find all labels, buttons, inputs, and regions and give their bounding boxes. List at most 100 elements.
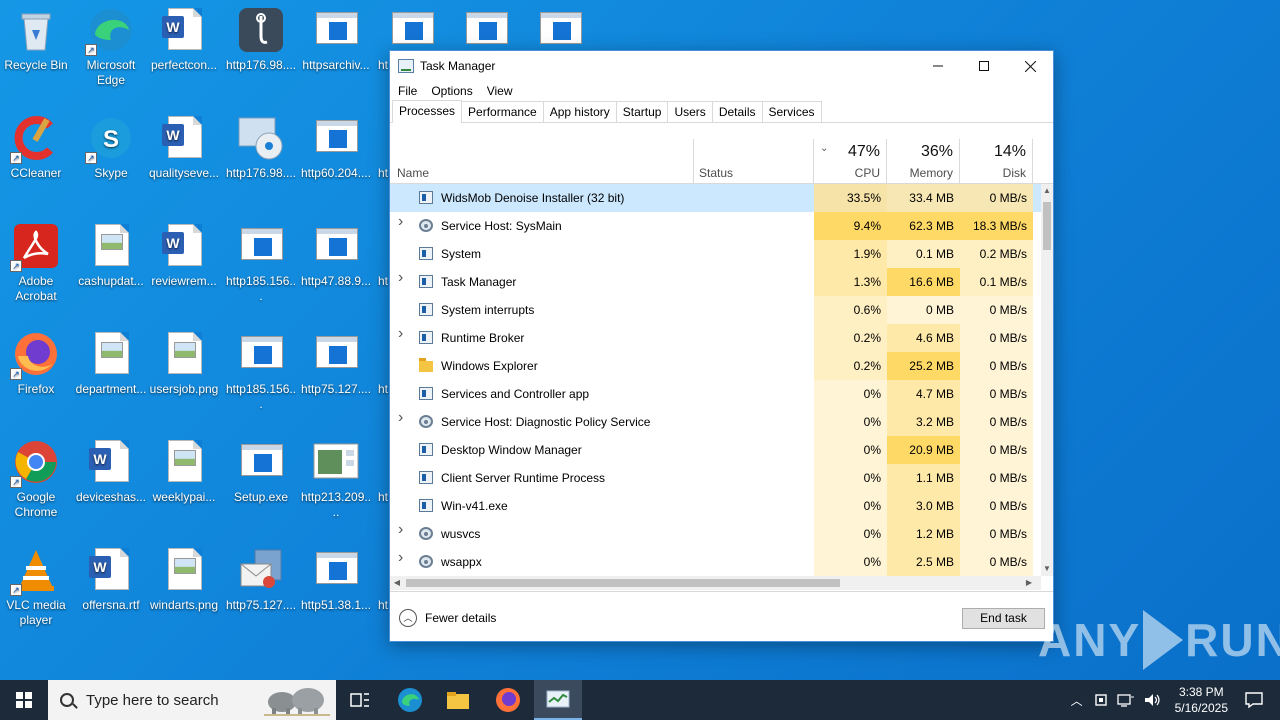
process-window-icon [419, 275, 433, 288]
tab-performance[interactable]: Performance [461, 101, 544, 122]
tab-startup[interactable]: Startup [615, 101, 669, 122]
process-row[interactable]: › wusvcs 0% 1.2 MB 0 MB/s [390, 520, 1041, 548]
desktop-icon[interactable]: Woffersna.rtf [75, 546, 147, 613]
desktop-icon[interactable]: http51.38.1... [300, 546, 372, 613]
scroll-thumb-horizontal[interactable] [406, 579, 840, 587]
column-name[interactable]: Name [390, 139, 694, 184]
scroll-left-icon[interactable]: ◀ [390, 576, 404, 590]
desktop-icon[interactable]: http185.156... [225, 330, 297, 412]
expand-chevron-icon[interactable]: › [398, 410, 408, 426]
desktop-icon[interactable]: http176.98.... [225, 6, 297, 73]
desktop-icon[interactable]: http213.209.... [300, 438, 372, 520]
desktop-icon[interactable]: Wreviewrem... [148, 222, 220, 289]
desktop-icon[interactable]: Wqualityseve... [148, 114, 220, 181]
end-task-button[interactable]: End task [962, 608, 1045, 629]
volume-icon[interactable] [1143, 692, 1161, 708]
desktop-icon[interactable]: windarts.png [148, 546, 220, 613]
expand-chevron-icon[interactable]: › [398, 522, 408, 538]
column-status[interactable]: Status [694, 139, 814, 184]
menu-view[interactable]: View [487, 84, 513, 98]
desktop-icon[interactable]: http47.88.9... [300, 222, 372, 289]
process-row[interactable]: System interrupts 0.6% 0 MB 0 MB/s [390, 296, 1041, 324]
device-icon[interactable] [1093, 692, 1109, 708]
desktop-icon[interactable]: http185.156... [225, 222, 297, 304]
desktop-icon[interactable]: http75.127.... [300, 330, 372, 397]
horizontal-scrollbar[interactable]: ◀ ▶ [390, 576, 1041, 590]
process-row[interactable]: › Task Manager 1.3% 16.6 MB 0.1 MB/s [390, 268, 1041, 296]
search-box[interactable]: Type here to search [48, 680, 336, 720]
desktop-icon[interactable]: cashupdat... [75, 222, 147, 289]
clock[interactable]: 3:38 PM 5/16/2025 [1175, 684, 1228, 716]
task-view-button[interactable] [336, 680, 384, 720]
desktop-icon[interactable]: http60.204.... [300, 114, 372, 181]
desktop-icon[interactable]: httpsarchiv... [300, 6, 372, 73]
desktop-icon[interactable]: http75.127.... [225, 546, 297, 613]
tab-processes[interactable]: Processes [392, 100, 463, 123]
tab-details[interactable]: Details [711, 101, 763, 122]
process-row[interactable]: WidsMob Denoise Installer (32 bit) 33.5% 3… [390, 184, 1041, 212]
process-row[interactable]: › wsappx 0% 2.5 MB 0 MB/s [390, 548, 1041, 576]
process-row[interactable]: Client Server Runtime Process 0% 1.1 MB 0 M… [390, 464, 1041, 492]
taskbar-task-manager[interactable] [534, 680, 582, 720]
process-row[interactable]: Services and Controller app 0% 4.7 MB 0 MB/… [390, 380, 1041, 408]
column-memory[interactable]: 36% Memory [887, 139, 960, 184]
process-row[interactable]: › Service Host: SysMain 9.4% 62.3 MB 18.3 MB… [390, 212, 1041, 240]
taskbar-edge[interactable] [386, 680, 434, 720]
shortcut-arrow-icon: ↗ [10, 260, 22, 272]
expand-chevron-icon[interactable]: › [398, 214, 408, 230]
desktop-icon[interactable]: usersjob.png [148, 330, 220, 397]
column-cpu[interactable]: ⌄ 47% CPU [814, 139, 887, 184]
process-row[interactable]: System 1.9% 0.1 MB 0.2 MB/s [390, 240, 1041, 268]
process-cpu-cell: 0.2% [814, 324, 887, 352]
start-button[interactable] [0, 680, 48, 720]
desktop-icon[interactable]: S ↗ Skype [75, 114, 147, 181]
html-file-icon[interactable] [392, 12, 434, 44]
expand-chevron-icon[interactable]: › [398, 270, 408, 286]
expand-chevron-icon[interactable]: › [398, 550, 408, 566]
minimize-button[interactable] [915, 51, 961, 81]
process-row[interactable]: › Runtime Broker 0.2% 4.6 MB 0 MB/s [390, 324, 1041, 352]
scroll-down-icon[interactable]: ▼ [1041, 562, 1053, 576]
maximize-button[interactable] [961, 51, 1007, 81]
html-file-icon[interactable] [540, 12, 582, 44]
desktop-icon[interactable]: ↗ Microsoft Edge [75, 6, 147, 88]
menu-file[interactable]: File [398, 84, 417, 98]
process-row[interactable]: › Service Host: Diagnostic Policy Service… [390, 408, 1041, 436]
desktop-icon[interactable]: http176.98.... [225, 114, 297, 181]
html-file-icon[interactable] [466, 12, 508, 44]
desktop-icon[interactable]: Recycle Bin [0, 6, 72, 73]
vertical-scrollbar[interactable]: ▲ ▼ [1041, 184, 1053, 576]
tab-users[interactable]: Users [667, 101, 713, 122]
edge-icon: ↗ [85, 6, 135, 56]
scroll-thumb[interactable] [1043, 202, 1051, 250]
notification-icon[interactable] [1244, 691, 1264, 709]
process-row[interactable]: Windows Explorer 0.2% 25.2 MB 0 MB/s [390, 352, 1041, 380]
desktop-icon[interactable]: ↗ Google Chrome [0, 438, 72, 520]
desktop-icon[interactable]: Wperfectcon... [148, 6, 220, 73]
taskbar-file-explorer[interactable] [434, 680, 482, 720]
fewer-details-button[interactable]: ︿ Fewer details [399, 609, 496, 627]
desktop-icon[interactable]: weeklypai... [148, 438, 220, 505]
menu-options[interactable]: Options [431, 84, 472, 98]
desktop-icon[interactable]: Wdeviceshas... [75, 438, 147, 505]
expand-chevron-icon[interactable]: › [398, 326, 408, 342]
scroll-right-icon[interactable]: ▶ [1022, 576, 1036, 590]
tab-app-history[interactable]: App history [542, 101, 617, 122]
taskbar-firefox[interactable] [484, 680, 532, 720]
desktop-icon[interactable]: ↗ Adobe Acrobat [0, 222, 72, 304]
desktop-icon[interactable]: ↗ CCleaner [0, 114, 72, 181]
column-disk[interactable]: 14% Disk [960, 139, 1033, 184]
close-button[interactable] [1007, 51, 1053, 81]
desktop-icon[interactable]: department... [75, 330, 147, 397]
scroll-up-icon[interactable]: ▲ [1041, 184, 1053, 198]
process-row[interactable]: Win-v41.exe 0% 3.0 MB 0 MB/s [390, 492, 1041, 520]
tab-services[interactable]: Services [761, 101, 822, 122]
process-row[interactable]: Desktop Window Manager 0% 20.9 MB 0 MB/s [390, 436, 1041, 464]
desktop-icon[interactable]: Setup.exe [225, 438, 297, 505]
show-hidden-icons-chevron-icon[interactable]: ︿ [1071, 692, 1083, 709]
desktop-icon[interactable]: ↗ Firefox [0, 330, 72, 397]
desktop-icon[interactable]: ↗ VLC media player [0, 546, 72, 628]
network-icon[interactable] [1116, 692, 1135, 708]
sort-chevron-icon: ⌄ [820, 143, 829, 154]
title-bar[interactable]: Task Manager [390, 51, 1053, 81]
